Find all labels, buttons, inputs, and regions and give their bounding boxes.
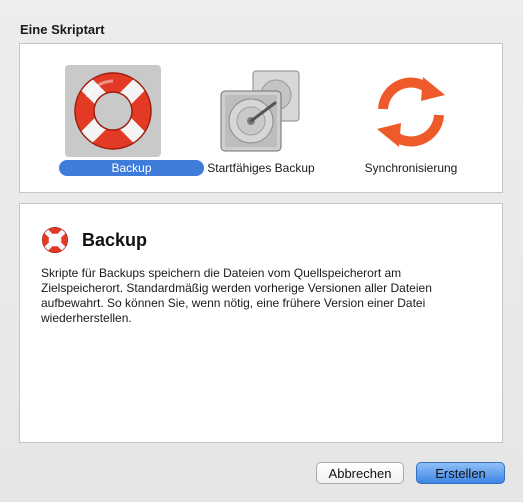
lifebuoy-icon: [42, 227, 68, 253]
script-type-sheet: Eine Skriptart Backup Startfähiges Backu…: [0, 0, 523, 502]
lifebuoy-icon: [74, 72, 152, 150]
script-type-label: Backup: [59, 160, 204, 176]
script-type-label: Synchronisierung: [364, 161, 458, 175]
selection-highlight: [65, 65, 161, 157]
description-title: Backup: [82, 230, 148, 250]
icon-area: [213, 65, 309, 157]
description-text: Skripte für Backups speichern die Dateie…: [41, 266, 432, 325]
script-type-picker: Backup Startfähiges Backup Synchronisier…: [19, 43, 503, 193]
description-panel: Backup Skripte für Backups speichern die…: [19, 203, 503, 443]
script-type-backup[interactable]: Backup: [38, 44, 204, 194]
script-type-synchronization[interactable]: Synchronisierung: [336, 44, 486, 194]
script-type-bootable-backup[interactable]: Startfähiges Backup: [186, 44, 336, 194]
create-button[interactable]: Erstellen: [416, 462, 505, 484]
script-type-label: Startfähiges Backup: [207, 161, 315, 175]
icon-area: [363, 65, 459, 157]
hard-drive-icon: [220, 70, 300, 152]
sync-arrows-icon: [377, 77, 445, 147]
cancel-button[interactable]: Abbrechen: [316, 462, 404, 484]
sheet-title: Eine Skriptart: [20, 22, 105, 37]
